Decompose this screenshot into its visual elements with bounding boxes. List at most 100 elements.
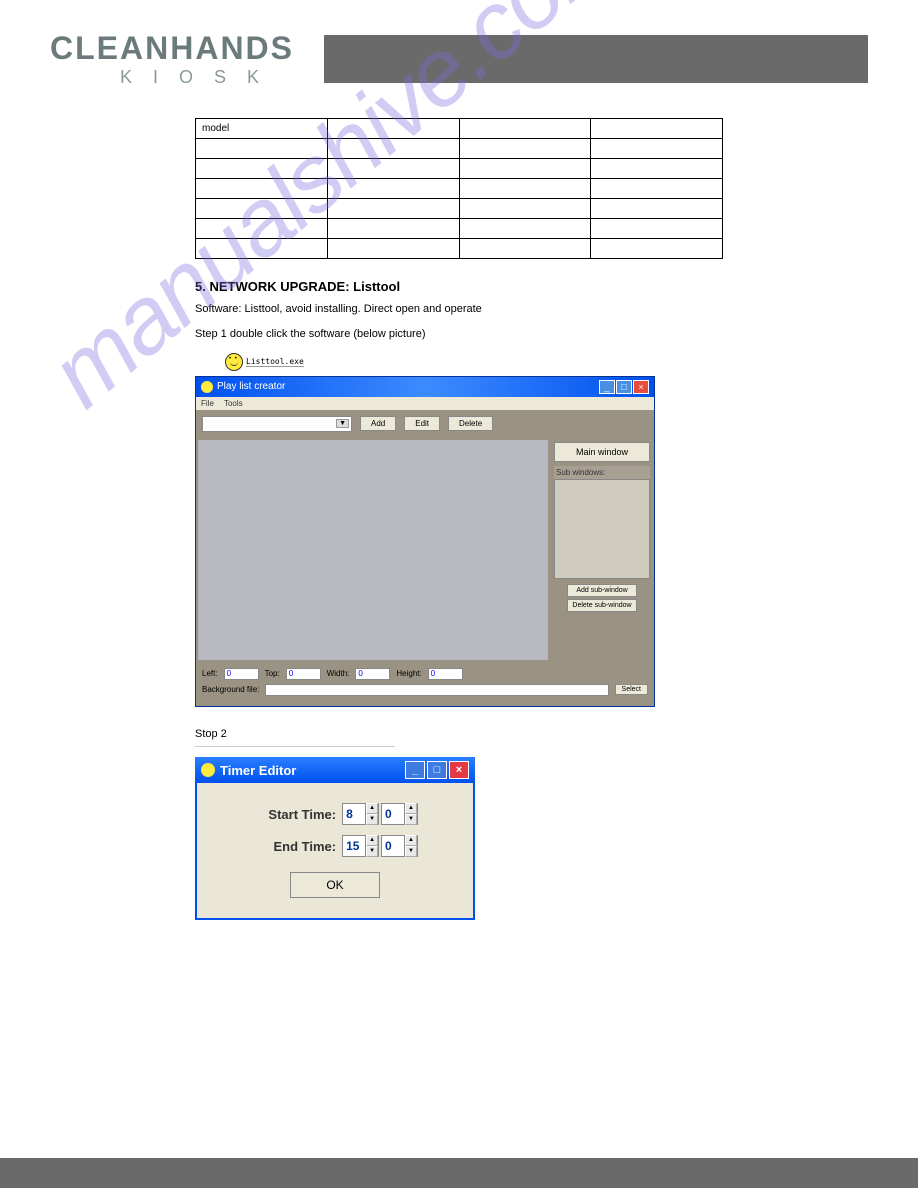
edit-button[interactable]: Edit [404,416,440,431]
playlist-titlebar: Play list creator _ □ × [196,377,654,397]
up-arrow-icon[interactable]: ▲ [366,835,378,846]
cell [591,179,723,199]
cell [327,119,459,139]
start-hour-value: 8 [343,807,365,821]
footer-bar [0,1158,918,1188]
maximize-button[interactable]: □ [616,380,632,394]
timer-window: Timer Editor _ □ × Start Time: 8 ▲▼ 0 [195,757,475,920]
cell [591,239,723,259]
playlist-window: Play list creator _ □ × File Tools Add E… [195,376,655,707]
menu-tools[interactable]: Tools [224,399,243,408]
cell [196,159,328,179]
minimize-button[interactable]: _ [599,380,615,394]
exe-icon-row: Listtool.exe [225,353,723,371]
close-button[interactable]: × [449,761,469,779]
cell [459,159,591,179]
cell [327,139,459,159]
top-input[interactable]: 0 [286,668,321,680]
add-subwindow-button[interactable]: Add sub-window [567,584,637,597]
menubar: File Tools [196,397,654,410]
cell [591,119,723,139]
cell [196,199,328,219]
down-arrow-icon[interactable]: ▼ [405,846,417,857]
main-window-button[interactable]: Main window [554,442,650,462]
timer-body: Start Time: 8 ▲▼ 0 ▲▼ End Time: 15 ▲▼ [195,783,475,920]
exe-name: Listtool.exe [246,357,304,367]
mid-area: Main window Sub windows: Add sub-window … [196,438,654,662]
step-label: Step 1 double click the software (below … [195,327,723,342]
window-title: Play list creator [217,381,285,392]
sub-windows-list[interactable] [554,479,650,579]
end-minute-value: 0 [382,839,404,853]
end-minute-spinner[interactable]: 0 ▲▼ [381,835,418,857]
end-time-label: End Time: [273,839,336,854]
sub-windows-label: Sub windows: [554,466,650,479]
canvas-area[interactable] [198,440,548,660]
width-input[interactable]: 0 [355,668,390,680]
smiley-icon [201,763,215,777]
smiley-icon [201,381,213,393]
start-minute-spinner[interactable]: 0 ▲▼ [381,803,418,825]
left-label: Left: [202,669,218,678]
timer-titlebar: Timer Editor _ □ × [195,757,475,783]
logo: CLEANHANDS K I O S K [50,30,294,88]
toolbar: Add Edit Delete [196,410,654,438]
cell [591,199,723,219]
background-input[interactable] [265,684,608,696]
background-label: Background file: [202,685,259,694]
bottom-bar: Left: 0 Top: 0 Width: 0 Height: 0 Backgr… [196,662,654,706]
up-arrow-icon[interactable]: ▲ [366,803,378,814]
select-button[interactable]: Select [615,684,648,695]
width-label: Width: [327,669,350,678]
timer-title-text: Timer Editor [220,763,296,778]
close-button[interactable]: × [633,380,649,394]
header-bar [324,35,868,83]
cell [327,199,459,219]
up-arrow-icon[interactable]: ▲ [405,803,417,814]
minimize-button[interactable]: _ [405,761,425,779]
up-arrow-icon[interactable]: ▲ [405,835,417,846]
spec-table: model [195,118,723,259]
playlist-dropdown[interactable] [202,416,352,432]
cell [196,139,328,159]
section-para: Software: Listtool, avoid installing. Di… [195,302,723,317]
height-input[interactable]: 0 [428,668,463,680]
delete-button[interactable]: Delete [448,416,493,431]
start-minute-value: 0 [382,807,404,821]
menu-file[interactable]: File [201,399,214,408]
cell [459,199,591,219]
cell [459,179,591,199]
height-label: Height: [396,669,421,678]
section-title: 5. NETWORK UPGRADE: Listtool [195,279,723,294]
ok-button[interactable]: OK [290,872,379,898]
cell [591,219,723,239]
end-hour-spinner[interactable]: 15 ▲▼ [342,835,379,857]
cell [591,139,723,159]
down-arrow-icon[interactable]: ▼ [366,814,378,825]
start-time-label: Start Time: [268,807,336,822]
cell [459,139,591,159]
cell [327,179,459,199]
cell [591,159,723,179]
left-input[interactable]: 0 [224,668,259,680]
start-hour-spinner[interactable]: 8 ▲▼ [342,803,379,825]
side-panel: Main window Sub windows: Add sub-window … [550,438,654,662]
cell: model [196,119,328,139]
maximize-button[interactable]: □ [427,761,447,779]
cell [327,159,459,179]
top-label: Top: [265,669,280,678]
step2-label: Stop 2 [195,727,395,747]
down-arrow-icon[interactable]: ▼ [366,846,378,857]
smiley-icon [225,353,243,371]
cell [327,239,459,259]
page-header: CLEANHANDS K I O S K [0,0,918,88]
cell [459,239,591,259]
add-button[interactable]: Add [360,416,396,431]
logo-main: CLEANHANDS [50,30,294,67]
cell [196,219,328,239]
cell [459,119,591,139]
cell [196,179,328,199]
down-arrow-icon[interactable]: ▼ [405,814,417,825]
delete-subwindow-button[interactable]: Delete sub-window [567,599,637,612]
cell [459,219,591,239]
